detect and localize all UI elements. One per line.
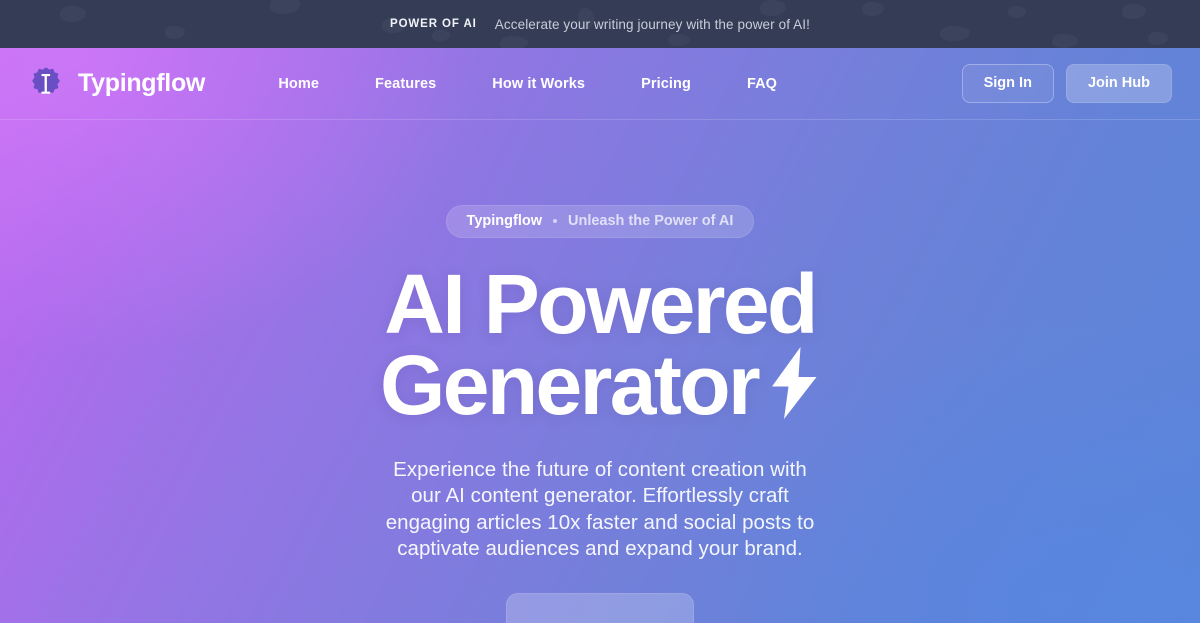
hero-headline-line-2-wrap: Generator xyxy=(380,343,820,427)
announcement-bar: POWER OF AI Accelerate your writing jour… xyxy=(0,0,1200,48)
brand-name: Typingflow xyxy=(78,69,206,97)
nav-item-home[interactable]: Home xyxy=(250,66,347,102)
nav-item-faq[interactable]: FAQ xyxy=(719,66,805,102)
text-cursor-blob-icon xyxy=(28,66,64,102)
hero-subcopy: Experience the future of content creatio… xyxy=(385,458,815,560)
hero-headline: AI Powered Generator xyxy=(380,257,820,427)
hero-headline-line-1: AI Powered xyxy=(384,257,818,351)
announcement-message: Accelerate your writing journey with the… xyxy=(494,16,810,32)
lightning-bolt-icon xyxy=(768,346,820,420)
hero-section: Typingflow Home Features How it Works Pr… xyxy=(0,48,1200,623)
nav-links: Home Features How it Works Pricing FAQ xyxy=(250,66,805,102)
hero-badge[interactable]: Typingflow Unleash the Power of AI xyxy=(445,205,755,238)
brand-logo[interactable]: Typingflow xyxy=(28,66,205,102)
main-navbar: Typingflow Home Features How it Works Pr… xyxy=(0,48,1200,120)
hero-headline-line-2: Generator xyxy=(379,337,761,432)
nav-item-pricing[interactable]: Pricing xyxy=(613,66,719,102)
nav-item-how-it-works[interactable]: How it Works xyxy=(464,66,613,102)
nav-actions: Sign In Join Hub xyxy=(961,64,1172,103)
nav-item-features[interactable]: Features xyxy=(347,66,464,102)
join-hub-button[interactable]: Join Hub xyxy=(1065,64,1172,103)
hero-cta-button[interactable] xyxy=(506,593,694,623)
dot-separator-icon xyxy=(553,219,557,223)
hero-content: Typingflow Unleash the Power of AI AI Po… xyxy=(0,120,1200,623)
landing-page: POWER OF AI Accelerate your writing jour… xyxy=(0,0,1200,623)
announcement-eyebrow: POWER OF AI xyxy=(390,18,477,30)
hero-badge-tagline: Unleash the Power of AI xyxy=(568,213,734,229)
sign-in-button[interactable]: Sign In xyxy=(961,64,1054,103)
hero-cta-row xyxy=(506,593,694,623)
hero-badge-brand: Typingflow xyxy=(466,213,542,229)
